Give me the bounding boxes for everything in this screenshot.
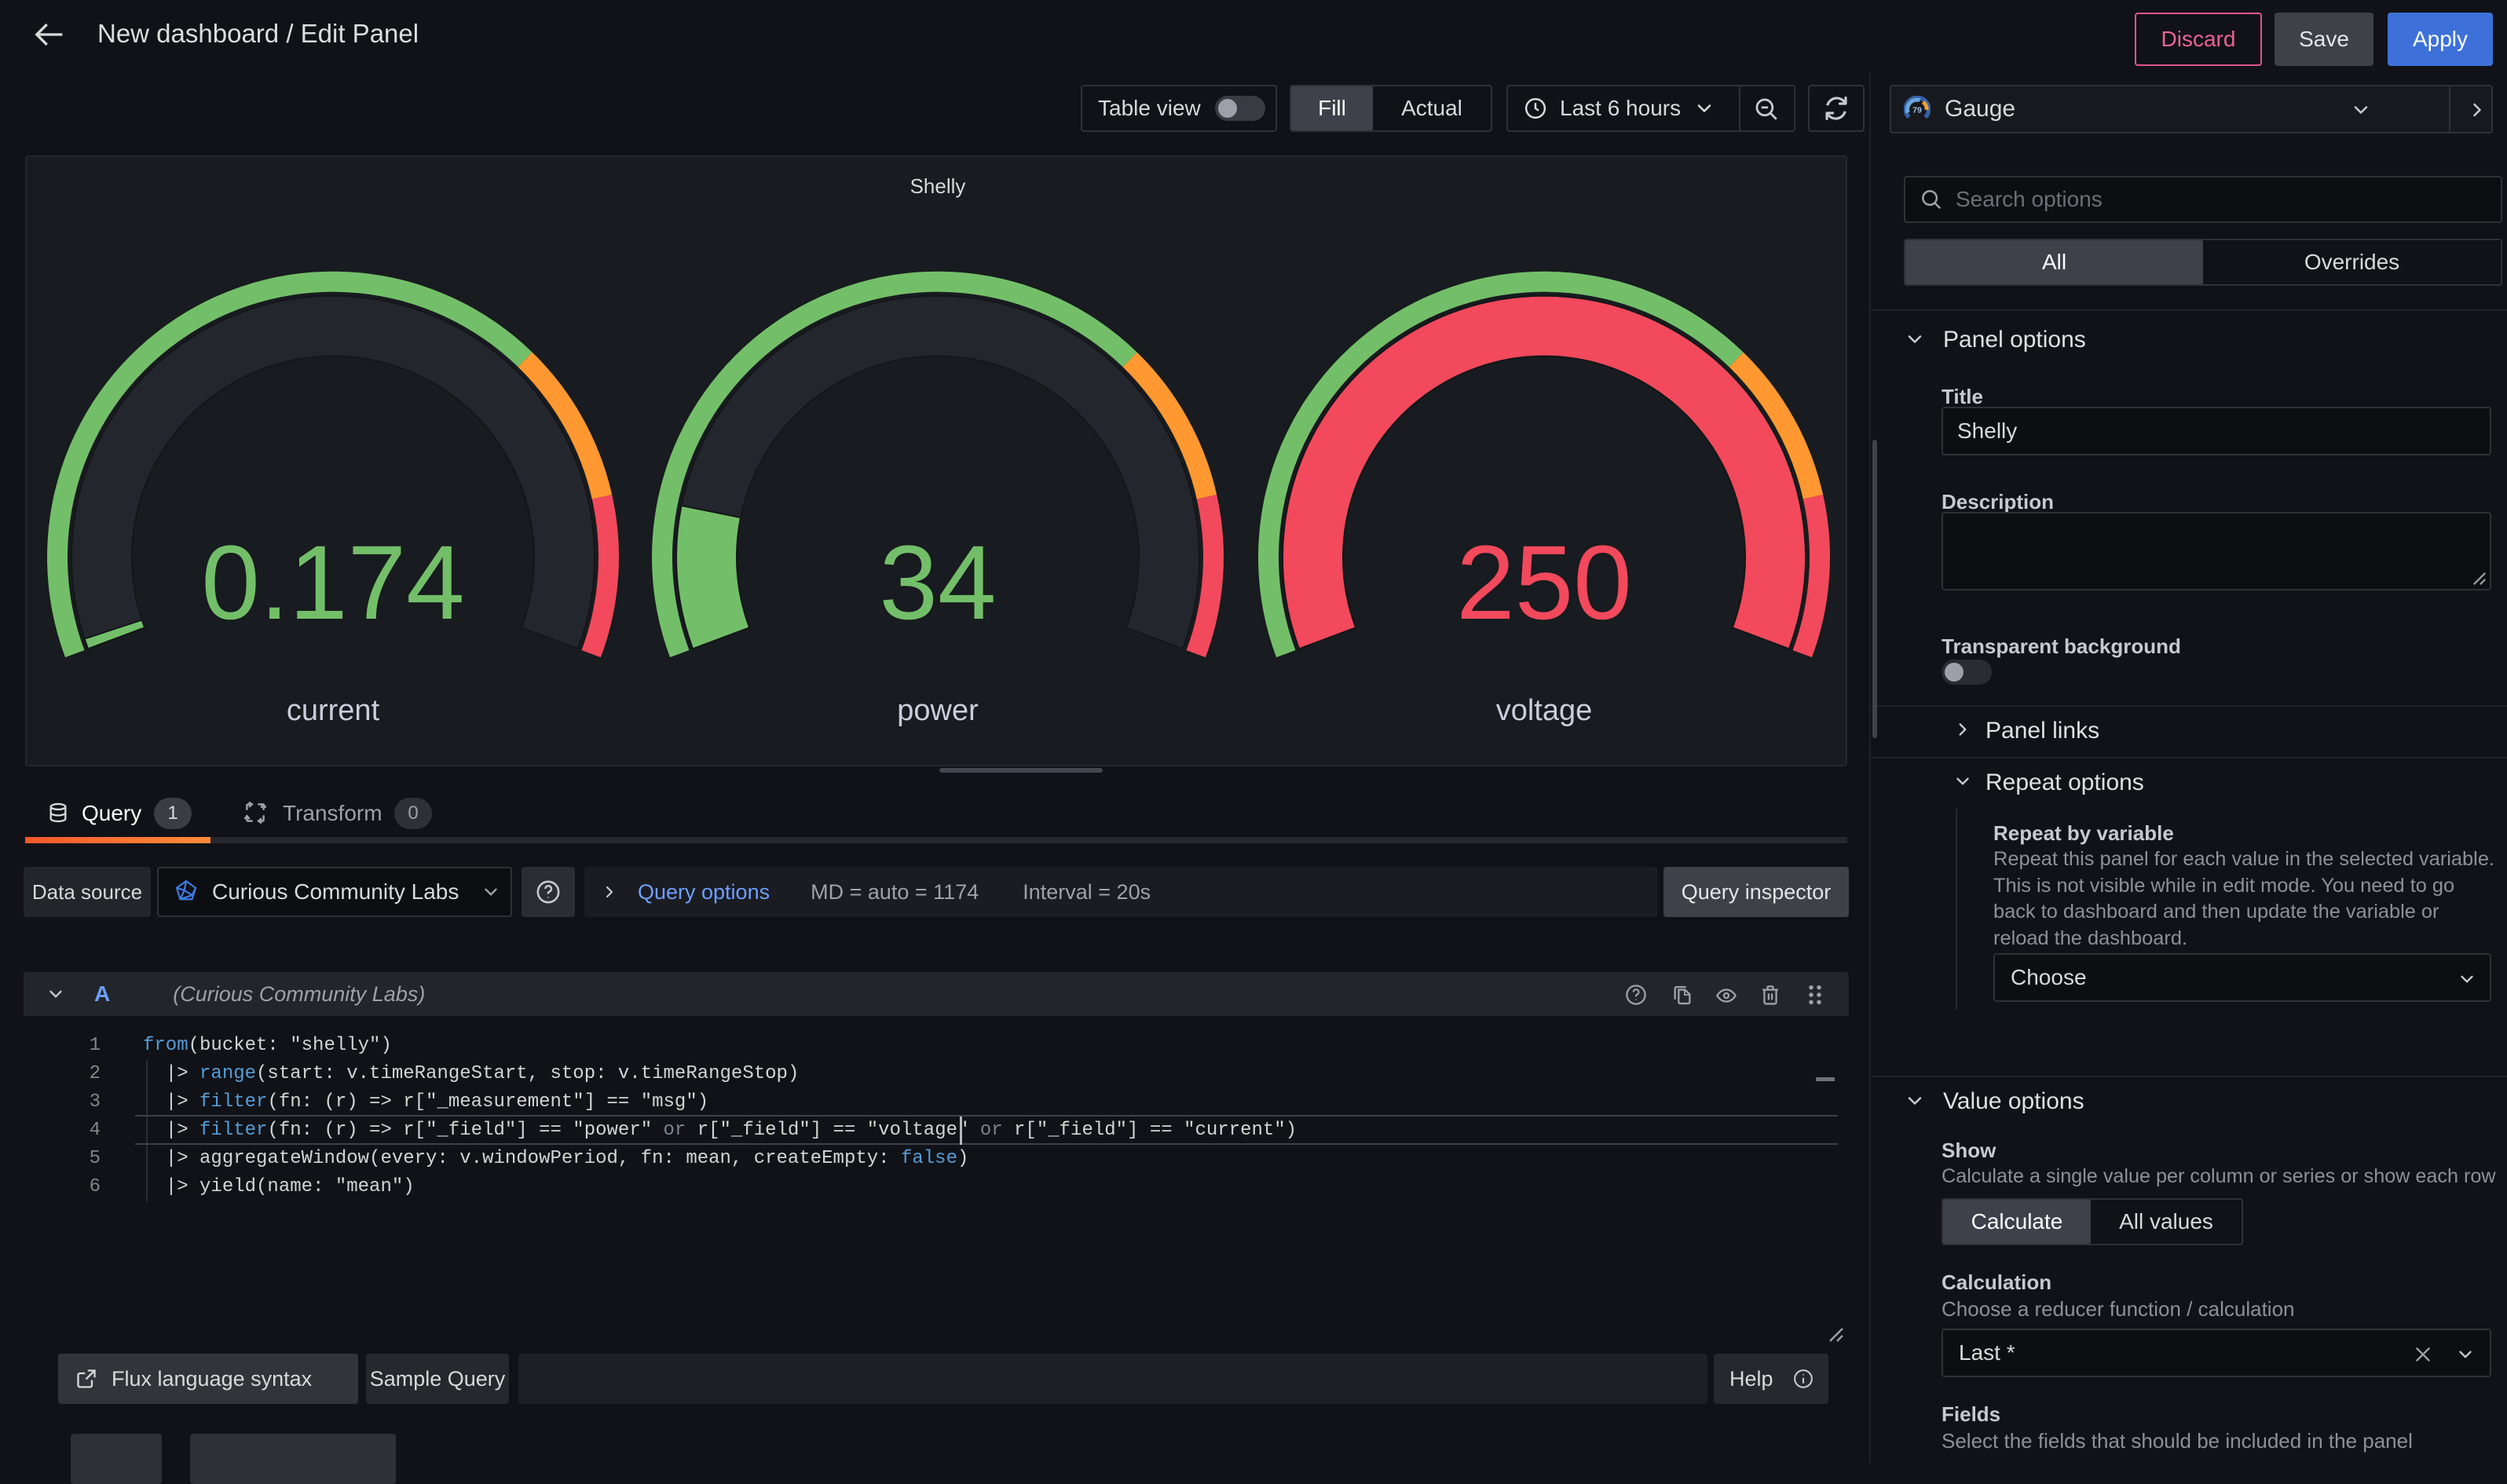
svg-text:79: 79 [1912, 106, 1922, 115]
